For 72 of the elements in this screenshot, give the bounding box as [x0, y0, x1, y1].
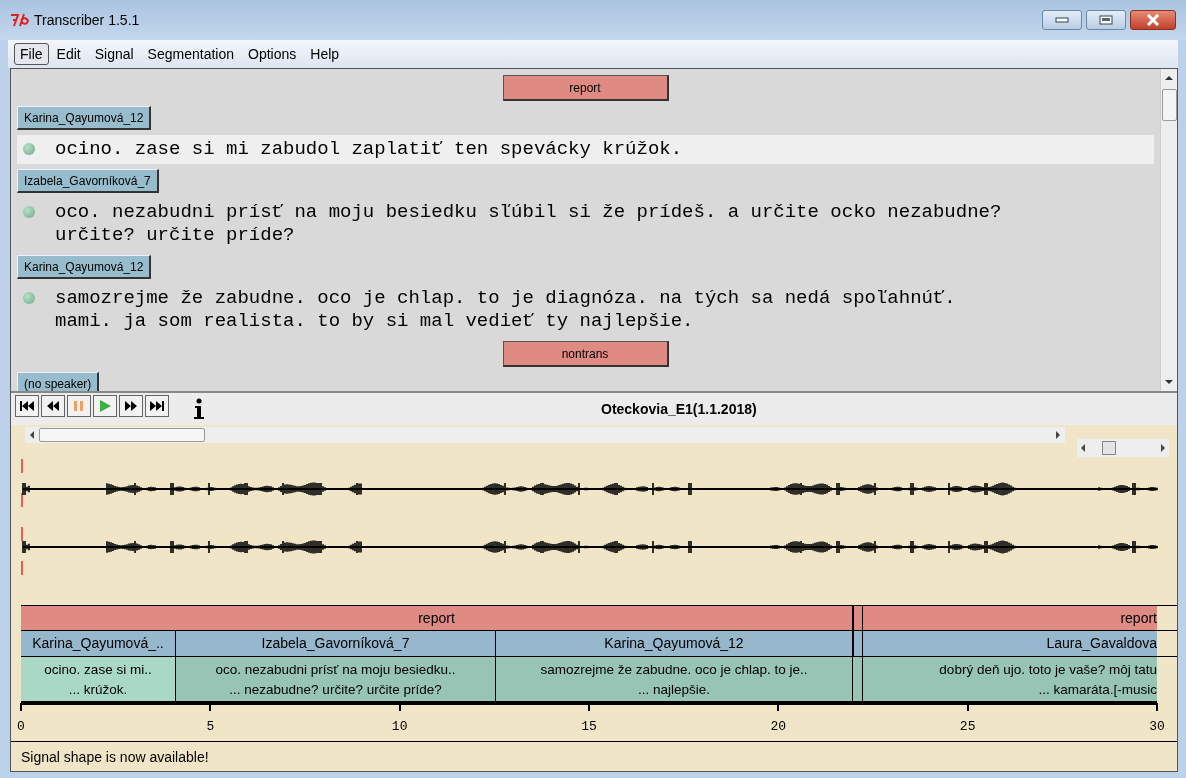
- menu-item[interactable]: File: [14, 43, 49, 65]
- axis-label: 30: [1149, 719, 1165, 734]
- scrollbar[interactable]: [1160, 69, 1177, 391]
- section-segment[interactable]: report: [863, 606, 1157, 630]
- axis-label: 10: [391, 719, 408, 734]
- fast-forward-icon: [124, 400, 138, 412]
- axis-label: 5: [206, 719, 215, 734]
- bullet-icon: [23, 143, 35, 155]
- maximize-button[interactable]: [1086, 10, 1126, 30]
- text-segment[interactable]: oco. nezabudni prísť na moju besiedku.. ... nezabudne? určite? určite príde?: [176, 657, 496, 703]
- text-segment[interactable]: ocino. zase si mi.. ... krúžok.: [21, 657, 176, 703]
- text-segment[interactable]: [853, 657, 863, 703]
- skip-start-button[interactable]: [15, 395, 39, 417]
- speaker-button[interactable]: Izabela_Gavorníková_7: [17, 169, 159, 193]
- menu-item[interactable]: Segmentation: [141, 43, 240, 65]
- slider-thumb[interactable]: [1102, 441, 1116, 455]
- skip-end-button[interactable]: [145, 395, 169, 417]
- skip-end-icon: [149, 400, 165, 412]
- play-icon: [98, 399, 112, 413]
- left-arrow-icon: [29, 431, 35, 439]
- speaker-button[interactable]: Karina_Qayumová_12: [17, 255, 152, 279]
- section-segment[interactable]: [853, 606, 863, 630]
- menu-item[interactable]: Edit: [50, 43, 87, 65]
- fast-forward-button[interactable]: [119, 395, 143, 417]
- close-icon: [1146, 14, 1160, 26]
- recording-title: Oteckovia_E1(1.1.2018): [601, 401, 757, 417]
- info-icon: [192, 398, 206, 420]
- text-segment[interactable]: samozrejme že zabudne. oco je chlap. to je.. ... najlepšie.: [496, 657, 853, 703]
- axis-label: 25: [959, 719, 976, 734]
- axis-label: 20: [770, 719, 787, 734]
- transcript-line[interactable]: samozrejme že zabudne. oco je chlap. to je diagnóza. na tých sa nedá spoľahnúť. mami. ja som realista. to by si mal vedieť ty najlepšie.: [17, 284, 1154, 336]
- right-arrow-icon: [1055, 431, 1061, 439]
- pause-button[interactable]: [67, 395, 91, 417]
- speaker-segment[interactable]: Karina_Qayumová_..: [21, 631, 176, 656]
- section-button[interactable]: nontrans: [502, 341, 669, 367]
- play-button[interactable]: [93, 395, 117, 417]
- speaker-segment[interactable]: [853, 631, 863, 656]
- bullet-icon: [23, 292, 35, 304]
- status-message: Signal shape is now available!: [21, 748, 209, 765]
- scroll-thumb[interactable]: [39, 428, 205, 442]
- skip-start-icon: [19, 400, 35, 412]
- bullet-icon: [23, 206, 35, 218]
- speaker-button[interactable]: (no speaker): [17, 372, 100, 391]
- section-segment[interactable]: report: [21, 606, 853, 630]
- speaker-segment[interactable]: Laura_Gavaldova: [863, 631, 1157, 656]
- speaker-button[interactable]: Karina_Qayumová_12: [17, 106, 152, 130]
- pause-icon: [72, 400, 86, 412]
- scroll-thumb[interactable]: [1161, 89, 1177, 121]
- text-segment[interactable]: dobrý deň ujo. toto je vaše? môj tatu ... kamaráta.[-music: [863, 657, 1157, 703]
- right-arrow-icon: [1160, 444, 1166, 452]
- minimize-button[interactable]: [1042, 10, 1082, 30]
- window-title: Transcriber 1.5.1: [34, 12, 140, 28]
- resolution-slider[interactable]: [1077, 439, 1169, 457]
- speaker-segment[interactable]: Izabela_Gavorníková_7: [176, 631, 496, 656]
- axis-label: 15: [581, 719, 597, 734]
- rewind-button[interactable]: [41, 395, 65, 417]
- rewind-icon: [46, 400, 60, 412]
- transcript-line[interactable]: oco. nezabudni prísť na moju besiedku sľúbil si že prídeš. a určite ocko nezabudne? určite? určite príde?: [17, 198, 1154, 250]
- menu-item[interactable]: Help: [304, 43, 346, 65]
- app-logo-icon: [10, 13, 30, 27]
- maximize-icon: [1099, 15, 1113, 25]
- menu-item[interactable]: Signal: [88, 43, 140, 65]
- down-arrow-icon: [1165, 379, 1173, 385]
- close-button[interactable]: [1130, 10, 1176, 30]
- scrollbar[interactable]: [25, 427, 1065, 443]
- speaker-segment[interactable]: Karina_Qayumová_12: [496, 631, 853, 656]
- menu-item[interactable]: Options: [242, 43, 303, 65]
- section-button[interactable]: report: [502, 75, 669, 101]
- left-arrow-icon: [1080, 444, 1086, 452]
- up-arrow-icon: [1165, 75, 1173, 81]
- axis-label: 0: [17, 719, 25, 734]
- minimize-icon: [1055, 17, 1069, 23]
